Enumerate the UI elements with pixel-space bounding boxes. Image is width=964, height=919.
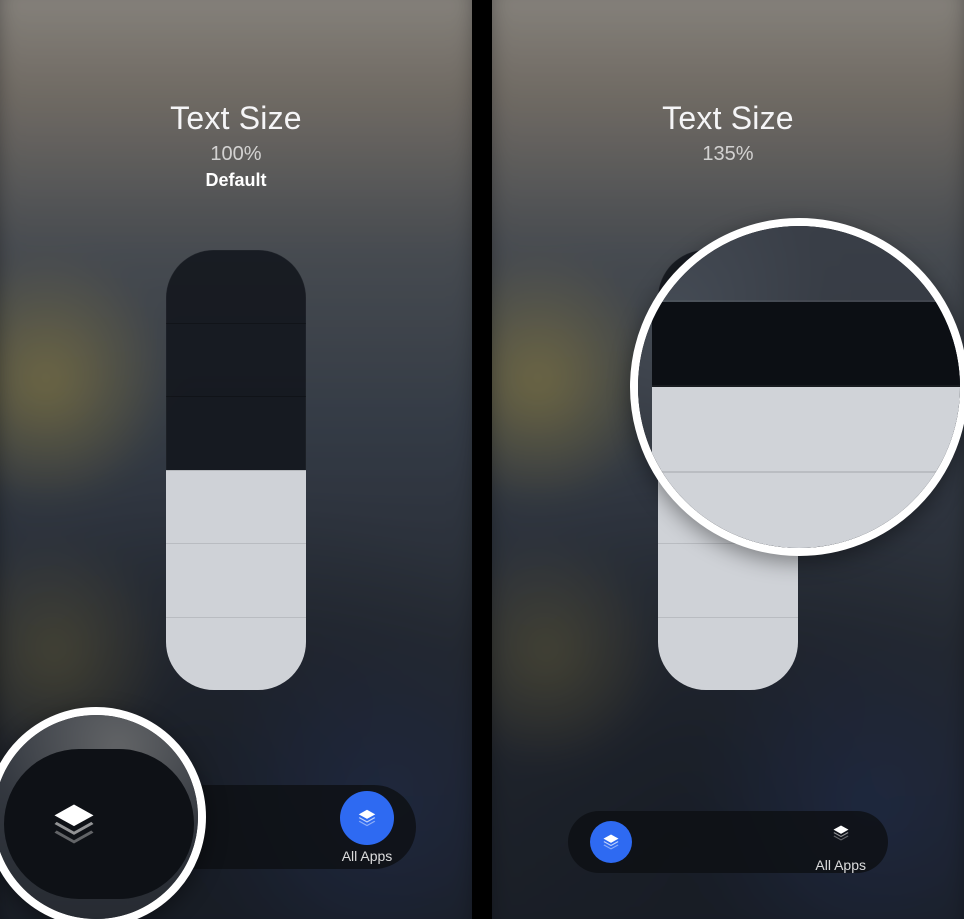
slider-step [166,250,306,323]
scope-all-apps-label: All Apps [342,848,393,864]
screenshot-right: Text Size 135% [492,0,964,919]
slider-step [166,396,306,470]
slider-step [166,323,306,397]
slider-step [166,470,306,544]
text-size-subtitle: Default [0,170,472,191]
page-title: Text Size [0,100,472,137]
screenshot-left: Text Size 100% Default [0,0,472,919]
scope-all-apps[interactable]: All Apps [340,791,394,864]
callout-magnifier [630,218,964,556]
text-size-slider[interactable] [166,250,306,690]
layers-icon [48,798,100,850]
scope-current-app[interactable] [590,821,632,863]
slider-step [658,617,798,691]
scope-all-apps[interactable]: All Apps [815,812,866,873]
page-title: Text Size [492,100,964,137]
slider-step [166,543,306,617]
scope-toggle: All Apps [568,811,888,873]
layers-icon [356,807,378,829]
magnified-slider [652,218,964,556]
layers-icon [831,823,851,843]
title-block: Text Size 135% [492,100,964,166]
text-size-percent: 100% [0,143,472,166]
scope-all-apps-label: All Apps [815,857,866,873]
magnified-toggle [4,749,194,899]
callout-magnifier [0,707,206,919]
layers-icon [601,832,621,852]
title-block: Text Size 100% Default [0,100,472,191]
slider-step [166,617,306,691]
text-size-percent: 135% [492,143,964,166]
